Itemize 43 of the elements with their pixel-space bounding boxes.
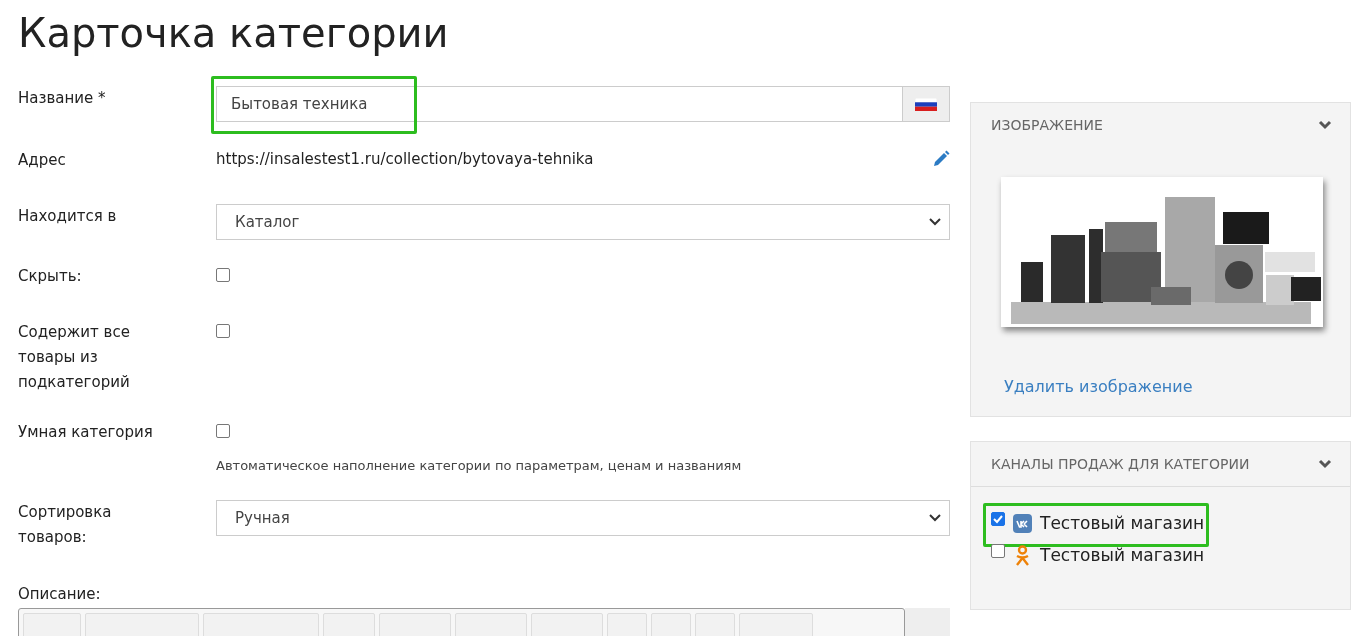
toolbar-button[interactable] <box>695 613 735 636</box>
dropdown[interactable]: Каталог <box>216 204 950 240</box>
toolbar-button[interactable] <box>323 613 375 636</box>
field-label: Название * <box>18 88 107 109</box>
ok-icon <box>1013 544 1032 566</box>
language-button[interactable] <box>902 86 950 122</box>
field-label: Описание: <box>18 584 102 604</box>
chevron-down-icon <box>929 218 941 226</box>
checkbox[interactable] <box>991 544 1005 558</box>
checkbox[interactable] <box>216 268 230 282</box>
channel-label: Тестовый магазин <box>1040 513 1205 533</box>
toolbar-button[interactable] <box>739 613 813 636</box>
field-label: Адрес <box>18 150 67 171</box>
toolbar-button[interactable] <box>203 613 319 636</box>
delete-image-link[interactable]: Удалить изображение <box>1001 377 1330 396</box>
toolbar-button[interactable] <box>651 613 691 636</box>
panel-title: КАНАЛЫ ПРОДАЖ ДЛЯ КАТЕГОРИИ <box>991 456 1250 472</box>
field-label: Скрыть: <box>18 266 83 287</box>
field-label: Сортировка товаров: <box>18 502 113 548</box>
checkbox[interactable] <box>991 512 1005 526</box>
vk-icon <box>1013 513 1032 533</box>
toolbar-button[interactable] <box>607 613 647 636</box>
field-label: Содержит все товары из подкатегорий <box>18 322 131 393</box>
checkbox[interactable] <box>216 424 230 438</box>
hint-text: Автоматическое наполнение категории по параметрам, ценам и названиям <box>216 458 743 473</box>
chevron-down-icon[interactable] <box>1318 459 1332 469</box>
dropdown[interactable]: Ручная <box>216 500 950 536</box>
name-field[interactable]: Бытовая техника <box>216 86 902 122</box>
flag-icon <box>915 97 937 111</box>
page-title: Карточка категории <box>18 9 450 58</box>
toolbar-button[interactable] <box>23 613 81 636</box>
chevron-down-icon <box>929 514 941 522</box>
field-label: Находится в <box>18 206 118 227</box>
panel-title: ИЗОБРАЖЕНИЕ <box>991 117 1103 133</box>
chevron-down-icon[interactable] <box>1318 120 1332 130</box>
pencil-icon[interactable] <box>932 150 950 168</box>
field-label: Умная категория <box>18 422 154 443</box>
toolbar-button[interactable] <box>455 613 527 636</box>
channel-label: Тестовый магазин <box>1040 545 1205 565</box>
toolbar-button[interactable] <box>531 613 603 636</box>
toolbar-button[interactable] <box>85 613 199 636</box>
checkbox[interactable] <box>216 324 230 338</box>
toolbar-button[interactable] <box>379 613 451 636</box>
